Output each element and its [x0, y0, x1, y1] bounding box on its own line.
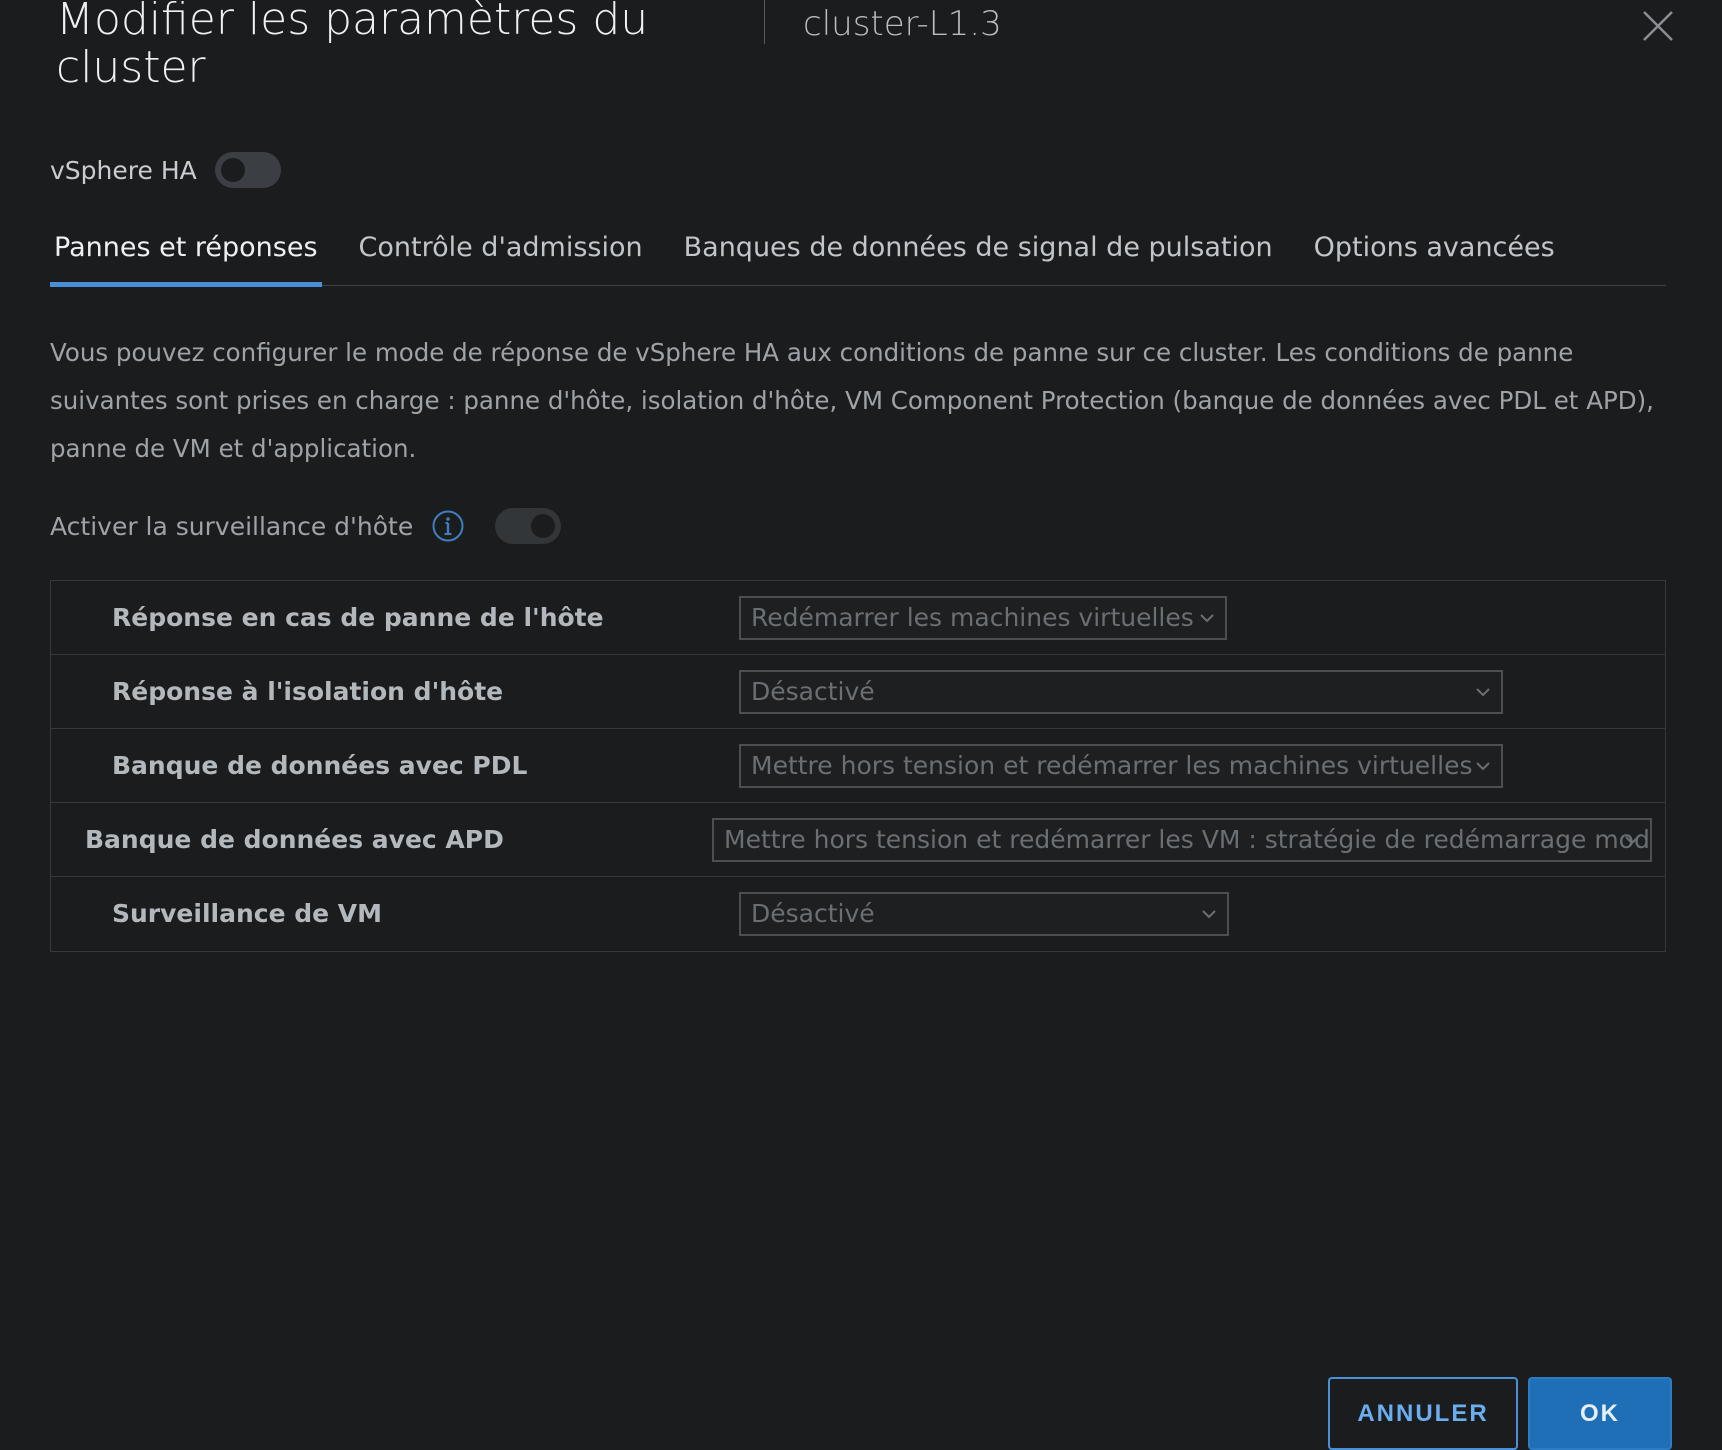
title-divider	[764, 0, 765, 44]
host-monitoring-row: Activer la surveillance d'hôte	[50, 505, 562, 547]
chevron-down-icon	[1476, 762, 1490, 771]
vsphere-ha-toggle[interactable]	[214, 152, 281, 188]
settings-row-apd-datastore: Banque de données avec APD Mettre hors t…	[51, 803, 1665, 877]
tab-admission-control[interactable]: Contrôle d'admission	[355, 226, 647, 286]
close-icon[interactable]	[1640, 8, 1676, 44]
cluster-name: cluster-L1.3	[803, 4, 1002, 44]
chevron-down-icon	[1200, 614, 1214, 623]
settings-tabs: Pannes et réponses Contrôle d'admission …	[50, 226, 1666, 287]
ok-button[interactable]: OK	[1528, 1377, 1672, 1450]
select-value: Désactivé	[751, 677, 875, 706]
host-isolation-response-label: Réponse à l'isolation d'hôte	[112, 677, 504, 706]
select-value: Redémarrer les machines virtuelles	[751, 603, 1194, 632]
toggle-knob	[220, 158, 245, 182]
pdl-datastore-select[interactable]: Mettre hors tension et redémarrer les ma…	[739, 744, 1503, 788]
settings-row-host-isolation: Réponse à l'isolation d'hôte Désactivé	[51, 655, 1665, 729]
dialog-header: Modifier les paramètres du cluster clust…	[0, 0, 1722, 110]
host-failure-response-label: Réponse en cas de panne de l'hôte	[112, 603, 604, 632]
select-value: Désactivé	[751, 899, 875, 928]
dialog-title: Modifier les paramètres du cluster	[56, 0, 649, 93]
settings-row-pdl-datastore: Banque de données avec PDL Mettre hors t…	[51, 729, 1665, 803]
host-monitoring-toggle[interactable]	[495, 508, 562, 544]
vsphere-ha-label: vSphere HA	[50, 155, 197, 185]
vm-monitoring-select[interactable]: Désactivé	[739, 892, 1229, 936]
chevron-down-icon	[1476, 688, 1490, 697]
tab-failures-and-responses[interactable]: Pannes et réponses	[50, 226, 322, 287]
vm-monitoring-label: Surveillance de VM	[112, 899, 383, 928]
apd-datastore-select[interactable]: Mettre hors tension et redémarrer les VM…	[712, 818, 1652, 862]
tab-advanced-options[interactable]: Options avancées	[1310, 226, 1559, 286]
select-value: Mettre hors tension et redémarrer les VM…	[724, 825, 1652, 854]
tab-heartbeat-datastores[interactable]: Banques de données de signal de pulsatio…	[680, 226, 1277, 286]
info-icon[interactable]	[431, 509, 465, 543]
description-text: Vous pouvez configurer le mode de répons…	[50, 338, 1654, 463]
toggle-knob	[531, 514, 556, 538]
pdl-datastore-label: Banque de données avec PDL	[112, 751, 528, 780]
failure-response-table: Réponse en cas de panne de l'hôte Redéma…	[50, 580, 1666, 952]
cancel-button[interactable]: ANNULER	[1328, 1377, 1518, 1450]
edit-cluster-settings-dialog: Modifier les paramètres du cluster clust…	[0, 0, 1722, 1450]
host-isolation-response-select[interactable]: Désactivé	[739, 670, 1503, 714]
host-failure-response-select[interactable]: Redémarrer les machines virtuelles	[739, 596, 1227, 640]
apd-datastore-label: Banque de données avec APD	[85, 825, 504, 854]
settings-row-vm-monitoring: Surveillance de VM Désactivé	[51, 877, 1665, 951]
settings-row-host-failure: Réponse en cas de panne de l'hôte Redéma…	[51, 581, 1665, 655]
chevron-down-icon	[1625, 836, 1639, 845]
chevron-down-icon	[1202, 910, 1216, 919]
vsphere-ha-row: vSphere HA	[50, 150, 281, 190]
host-monitoring-label: Activer la surveillance d'hôte	[50, 511, 414, 541]
select-value: Mettre hors tension et redémarrer les ma…	[751, 751, 1473, 780]
